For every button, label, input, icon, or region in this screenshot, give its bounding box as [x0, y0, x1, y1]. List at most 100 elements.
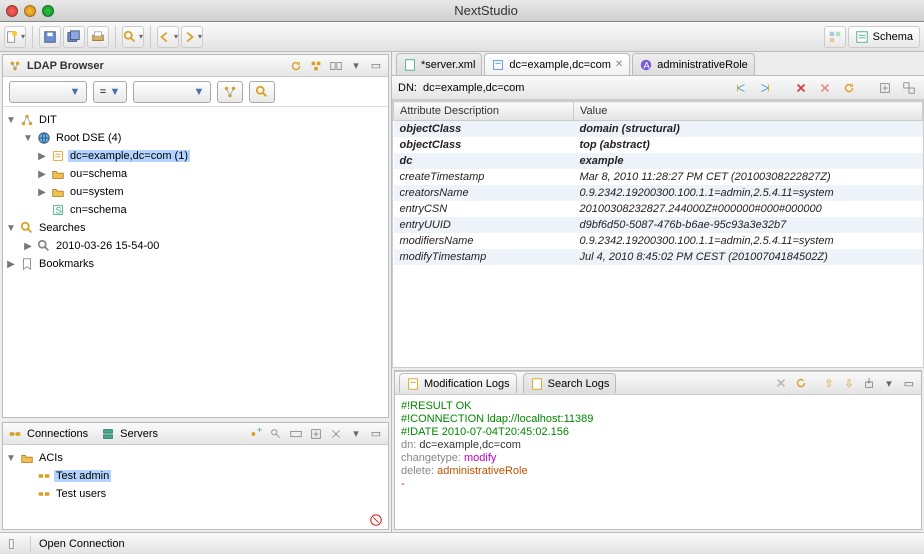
- tab-adminrole[interactable]: A administrativeRole: [632, 53, 754, 75]
- add-conn-button[interactable]: [308, 426, 324, 442]
- new-attr-button[interactable]: [876, 79, 894, 97]
- filter-row: ▼ =▼ ▼: [3, 77, 388, 107]
- tree-node-rootdse[interactable]: ▼Root DSE (4): [5, 129, 386, 147]
- new-connection-button[interactable]: +: [248, 426, 264, 442]
- print-button[interactable]: [87, 26, 109, 48]
- connections-view: Connections Servers + ▾ ▭ ▼ACIs ▶Test ad…: [2, 422, 389, 530]
- filter-op-combo[interactable]: =▼: [93, 81, 127, 103]
- tree-node-searches[interactable]: ▼Searches: [5, 219, 386, 237]
- servers-icon: [100, 426, 116, 442]
- schema-icon: [855, 30, 869, 44]
- refresh-button[interactable]: [288, 58, 304, 74]
- table-row[interactable]: objectClassdomain (structural): [394, 121, 923, 138]
- edit-left-button[interactable]: [732, 79, 750, 97]
- find-connection-button[interactable]: [268, 426, 284, 442]
- delete-attr-button[interactable]: [792, 79, 810, 97]
- tab-dcexample[interactable]: dc=example,dc=com ✕: [484, 53, 630, 75]
- collapse-all-button[interactable]: [308, 58, 324, 74]
- filter-attr-combo[interactable]: ▼: [9, 81, 87, 103]
- dn-label: DN:: [398, 82, 417, 94]
- table-row[interactable]: objectClasstop (abstract): [394, 137, 923, 153]
- col-attr[interactable]: Attribute Description: [394, 102, 574, 121]
- open-conn-button[interactable]: [288, 426, 304, 442]
- tab-server-xml[interactable]: *server.xml: [396, 53, 482, 75]
- minimize-window-button[interactable]: [24, 5, 36, 17]
- ldap-browser-title: LDAP Browser: [27, 60, 284, 72]
- tree-node-ousystem[interactable]: ▶ou=system: [5, 183, 386, 201]
- new-button[interactable]: [4, 26, 26, 48]
- tab-connections[interactable]: Connections: [27, 428, 88, 440]
- tree-node-testusers[interactable]: ▶Test users: [5, 485, 386, 503]
- save-all-button[interactable]: [63, 26, 85, 48]
- log-export-button[interactable]: [861, 375, 877, 391]
- value-cell: example: [574, 153, 923, 169]
- table-row[interactable]: createTimestampMar 8, 2010 11:28:27 PM C…: [394, 169, 923, 185]
- attribute-icon: A: [639, 58, 653, 72]
- connections-tree[interactable]: ▼ACIs ▶Test admin ▶Test users: [3, 445, 388, 511]
- tab-modification-logs[interactable]: Modification Logs: [399, 373, 517, 393]
- minimize-view-button[interactable]: ▭: [368, 58, 384, 74]
- value-cell: 20100308232827.244000Z#000000#000#000000: [574, 201, 923, 217]
- new-value-button[interactable]: [900, 79, 918, 97]
- table-row[interactable]: modifyTimestampJul 4, 2010 8:45:02 PM CE…: [394, 249, 923, 265]
- log-minimize-button[interactable]: ▭: [901, 375, 917, 391]
- forward-button[interactable]: [181, 26, 203, 48]
- globe-icon: [37, 131, 51, 145]
- view-menu-button[interactable]: ▾: [348, 58, 364, 74]
- filter-tree-button[interactable]: [217, 81, 243, 103]
- refresh-attrs-button[interactable]: [840, 79, 858, 97]
- conn-menu-button[interactable]: ▾: [348, 426, 364, 442]
- entry-icon: [491, 58, 505, 72]
- col-value[interactable]: Value: [574, 102, 923, 121]
- close-conn-button[interactable]: [328, 426, 344, 442]
- close-tab-button[interactable]: ✕: [615, 59, 623, 70]
- table-row[interactable]: dcexample: [394, 153, 923, 169]
- attribute-table[interactable]: Attribute Description Value objectClassd…: [392, 100, 924, 368]
- log-menu-button[interactable]: ▾: [881, 375, 897, 391]
- svg-text:+: +: [257, 427, 263, 436]
- stop-button[interactable]: [368, 512, 384, 528]
- table-row[interactable]: entryUUIDd9bf6d50-5087-476b-b6ae-95c93a3…: [394, 217, 923, 233]
- log-refresh-button[interactable]: [793, 375, 809, 391]
- tree-node-testadmin[interactable]: ▶Test admin: [5, 467, 386, 485]
- tree-node-dit[interactable]: ▼DIT: [5, 111, 386, 129]
- tab-search-logs[interactable]: Search Logs: [523, 373, 617, 393]
- table-row[interactable]: entryCSN20100308232827.244000Z#000000#00…: [394, 201, 923, 217]
- save-button[interactable]: [39, 26, 61, 48]
- tree-node-ouschema[interactable]: ▶ou=schema: [5, 165, 386, 183]
- folder-icon: [20, 451, 34, 465]
- zoom-window-button[interactable]: [42, 5, 54, 17]
- log-output[interactable]: #!RESULT OK #!CONNECTION ldap://localhos…: [395, 395, 921, 529]
- perspective-switcher-button[interactable]: [824, 26, 846, 48]
- search-dropdown-button[interactable]: [122, 26, 144, 48]
- conn-minimize-button[interactable]: ▭: [368, 426, 384, 442]
- xml-file-icon: [403, 58, 417, 72]
- window-title: NextStudio: [54, 3, 918, 18]
- tree-node-acis[interactable]: ▼ACIs: [5, 449, 386, 467]
- attr-cell: createTimestamp: [394, 169, 574, 185]
- log-down-button[interactable]: ⇩: [841, 375, 857, 391]
- schema-perspective-button[interactable]: Schema: [848, 26, 920, 48]
- filter-run-button[interactable]: [249, 81, 275, 103]
- tree-node-cnschema[interactable]: ▶Scn=schema: [5, 201, 386, 219]
- ldap-tree[interactable]: ▼DIT ▼Root DSE (4) ▶dc=example,dc=com (1…: [3, 107, 388, 417]
- edit-right-button[interactable]: [756, 79, 774, 97]
- search-icon: [37, 239, 51, 253]
- logs-view: Modification Logs Search Logs ⇧ ⇩ ▾ ▭ #!…: [394, 370, 922, 530]
- table-row[interactable]: creatorsName0.9.2342.19200300.100.1.1=ad…: [394, 185, 923, 201]
- link-editor-button[interactable]: [328, 58, 344, 74]
- value-cell: domain (structural): [574, 121, 923, 138]
- close-window-button[interactable]: [6, 5, 18, 17]
- log-clear-button[interactable]: [773, 375, 789, 391]
- log-up-button[interactable]: ⇧: [821, 375, 837, 391]
- delete-value-button[interactable]: [816, 79, 834, 97]
- tree-node-search-item[interactable]: ▶2010-03-26 15-54-00: [5, 237, 386, 255]
- filter-value-combo[interactable]: ▼: [133, 81, 211, 103]
- back-button[interactable]: [157, 26, 179, 48]
- tab-servers[interactable]: Servers: [120, 428, 158, 440]
- connection-icon: [37, 487, 51, 501]
- fastview-button[interactable]: [6, 536, 22, 552]
- tree-node-dcexample[interactable]: ▶dc=example,dc=com (1): [5, 147, 386, 165]
- tree-node-bookmarks[interactable]: ▶Bookmarks: [5, 255, 386, 273]
- table-row[interactable]: modifiersName0.9.2342.19200300.100.1.1=a…: [394, 233, 923, 249]
